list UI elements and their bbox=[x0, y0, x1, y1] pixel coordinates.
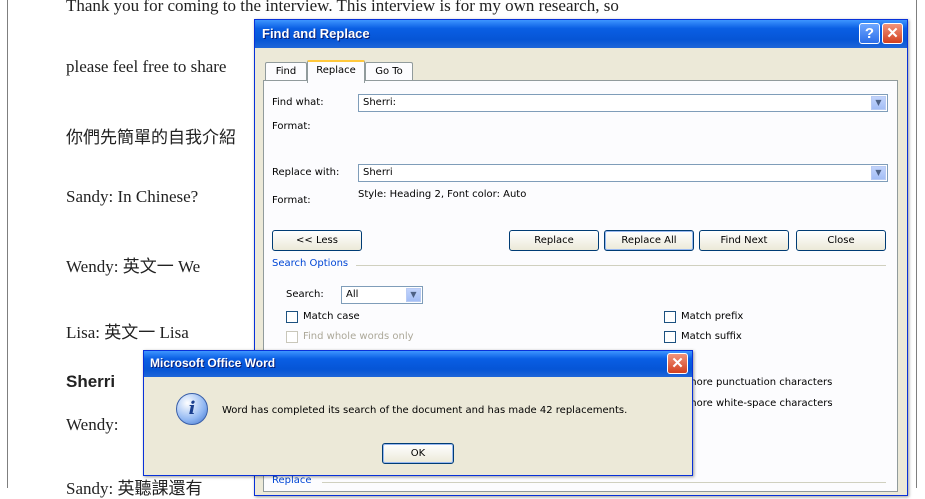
doc-line-8: Wendy: bbox=[66, 415, 119, 434]
ignore-whitespace-label: Ignore white-space characters bbox=[681, 398, 833, 409]
replace-with-value: Sherri bbox=[363, 167, 393, 178]
message-text: Word has completed its search of the doc… bbox=[222, 405, 628, 416]
doc-line-3: 你們先簡單的自我介紹 bbox=[66, 128, 236, 147]
replace-all-button[interactable]: Replace All bbox=[604, 230, 694, 251]
search-direction-value: All bbox=[346, 289, 359, 300]
page-margin-left bbox=[7, 0, 8, 488]
close-icon[interactable]: ✕ bbox=[667, 353, 688, 374]
tab-go-to[interactable]: Go To bbox=[365, 62, 413, 81]
match-case-checkbox[interactable] bbox=[286, 311, 298, 323]
doc-line-heading: Sherri bbox=[66, 372, 116, 391]
match-prefix-label: Match prefix bbox=[681, 311, 744, 322]
message-box-titlebar[interactable]: Microsoft Office Word ✕ bbox=[144, 351, 692, 377]
match-prefix-checkbox[interactable] bbox=[664, 311, 676, 323]
find-what-label: Find what: bbox=[272, 97, 324, 108]
match-case-label: Match case bbox=[303, 311, 360, 322]
chevron-down-icon[interactable]: ▼ bbox=[871, 166, 886, 180]
replace-format-label: Format: bbox=[272, 195, 311, 206]
help-button[interactable]: ? bbox=[859, 23, 880, 44]
search-options-divider bbox=[356, 265, 886, 266]
info-icon: i bbox=[176, 393, 208, 425]
find-what-combo[interactable]: Sherri: ▼ bbox=[358, 94, 888, 112]
find-next-button[interactable]: Find Next bbox=[699, 230, 789, 251]
find-format-label: Format: bbox=[272, 121, 311, 132]
find-replace-title: Find and Replace bbox=[262, 26, 370, 41]
ignore-punctuation-label: Ignore punctuation characters bbox=[681, 377, 833, 388]
replace-format-value: Style: Heading 2, Font color: Auto bbox=[358, 189, 527, 200]
doc-line-2: please feel free to share bbox=[66, 57, 227, 76]
search-options-label: Search Options bbox=[272, 258, 349, 269]
whole-words-checkbox bbox=[286, 331, 298, 343]
doc-line-9: Sandy: 英聽課還有 bbox=[66, 479, 203, 498]
word-message-box: Microsoft Office Word ✕ i Word has compl… bbox=[143, 350, 693, 476]
replace-section-label: Replace bbox=[272, 475, 312, 486]
search-direction-select[interactable]: All ▼ bbox=[341, 286, 423, 304]
doc-line-1: Thank you for coming to the interview. T… bbox=[66, 0, 619, 15]
close-button[interactable]: Close bbox=[796, 230, 886, 251]
close-icon[interactable]: ✕ bbox=[882, 23, 903, 44]
ok-button[interactable]: OK bbox=[382, 443, 454, 464]
replace-section-divider bbox=[322, 482, 886, 483]
less-button[interactable]: << Less bbox=[272, 230, 362, 251]
find-replace-titlebar[interactable]: Find and Replace ? ✕ bbox=[255, 20, 907, 48]
replace-button[interactable]: Replace bbox=[509, 230, 599, 251]
whole-words-label: Find whole words only bbox=[303, 331, 414, 342]
chevron-down-icon[interactable]: ▼ bbox=[406, 288, 421, 302]
tab-replace[interactable]: Replace bbox=[307, 60, 365, 83]
doc-line-4: Sandy: In Chinese? bbox=[66, 187, 199, 206]
chevron-down-icon[interactable]: ▼ bbox=[871, 96, 886, 110]
message-box-title: Microsoft Office Word bbox=[150, 356, 276, 370]
search-direction-label: Search: bbox=[286, 289, 324, 300]
replace-with-combo[interactable]: Sherri ▼ bbox=[358, 164, 888, 182]
page-margin-right bbox=[916, 0, 917, 488]
doc-line-6: Lisa: 英文一 Lisa bbox=[66, 323, 189, 342]
doc-line-5: Wendy: 英文一 We bbox=[66, 257, 201, 276]
find-what-value: Sherri: bbox=[363, 97, 397, 108]
replace-with-label: Replace with: bbox=[272, 167, 340, 178]
match-suffix-label: Match suffix bbox=[681, 331, 742, 342]
tab-find[interactable]: Find bbox=[265, 62, 307, 81]
match-suffix-checkbox[interactable] bbox=[664, 331, 676, 343]
